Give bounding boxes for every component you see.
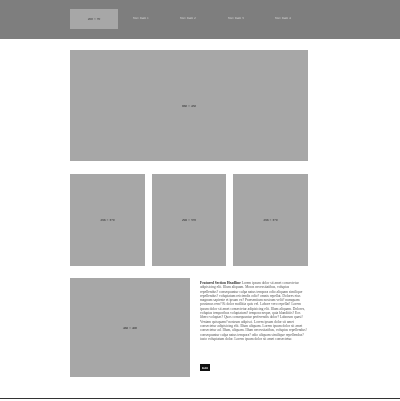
article-text: Featured Section Headline Lorem ipsum do… [200, 281, 308, 341]
hero-image-placeholder: 960 × 450 [70, 50, 308, 161]
feature-label: 466 × 400 [122, 325, 138, 330]
edit-button-label: Edit [202, 365, 208, 370]
top-navigation-bar: 200 × 70 Nav Item 1 Nav Item 2 Nav Item … [0, 0, 400, 39]
nav-item-4[interactable]: Nav Item 4 [275, 16, 291, 20]
card-label: 296 × 370 [100, 218, 115, 222]
logo-placeholder[interactable]: 200 × 70 [70, 9, 118, 29]
card-label: 296 × 370 [263, 218, 278, 222]
card-label: 296 × 370 [181, 218, 197, 222]
nav-item-1[interactable]: Nav Item 1 [133, 16, 149, 20]
card-image-placeholder-1: 296 × 370 [70, 174, 145, 266]
nav-item-2[interactable]: Nav Item 2 [180, 16, 196, 20]
card-image-placeholder-3: 296 × 370 [233, 174, 308, 266]
footer-divider [0, 398, 400, 399]
logo-label: 200 × 70 [87, 17, 101, 21]
article-body: Lorem ipsum dolor sit amet consectetur a… [200, 281, 307, 341]
feature-image-placeholder: 466 × 400 [70, 278, 190, 377]
hero-label: 960 × 450 [181, 103, 197, 108]
edit-button[interactable]: Edit [200, 364, 210, 371]
nav-item-3[interactable]: Nav Item 3 [228, 16, 244, 20]
card-image-placeholder-2: 296 × 370 [152, 174, 226, 266]
